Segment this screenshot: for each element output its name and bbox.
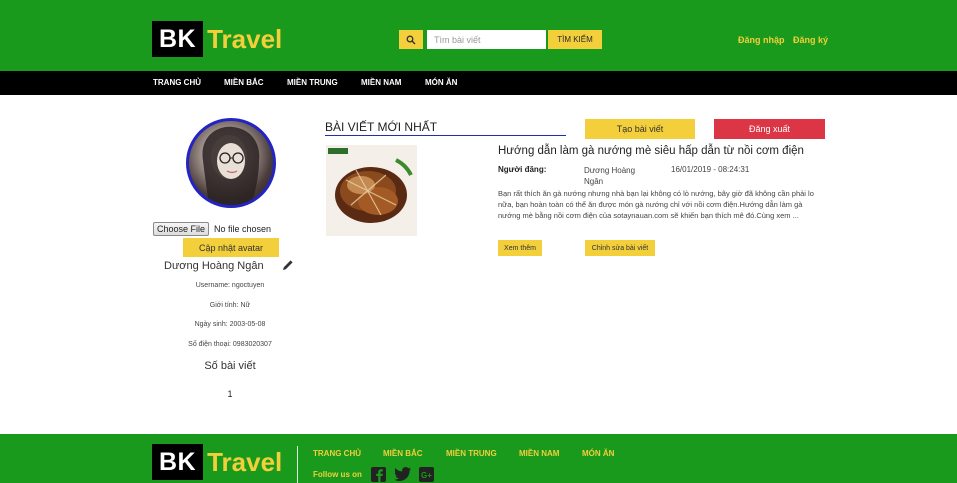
choose-file-button[interactable]: Choose File bbox=[153, 222, 210, 236]
post-count-label: Số bài viết bbox=[204, 360, 256, 372]
edit-post-button[interactable]: Chỉnh sửa bài viết bbox=[585, 240, 655, 256]
footer-nav-north[interactable]: MIỀN BẮC bbox=[383, 449, 423, 458]
profile-fullname: Dương Hoàng Ngân bbox=[164, 260, 264, 272]
register-link[interactable]: Đăng ký bbox=[793, 35, 828, 45]
search-submit-button[interactable]: TÌM KIẾM bbox=[548, 30, 602, 49]
file-status: No file chosen bbox=[214, 224, 272, 234]
footer-logo[interactable]: BK Travel bbox=[152, 444, 282, 480]
profile-username: Username: ngoctuyen bbox=[195, 282, 265, 289]
post-thumbnail[interactable] bbox=[326, 145, 417, 236]
profile-phone: Số điện thoại: 0983020307 bbox=[188, 341, 272, 348]
main-nav: TRANG CHỦ MIỀN BẮC MIỀN TRUNG MIỀN NAM M… bbox=[0, 71, 957, 95]
create-post-button[interactable]: Tạo bài viết bbox=[585, 119, 695, 139]
search-icon-button[interactable] bbox=[399, 30, 423, 49]
section-title: BÀI VIẾT MỚI NHẤT bbox=[325, 120, 438, 134]
nav-item-food[interactable]: MÓN ĂN bbox=[425, 71, 457, 95]
section-divider bbox=[325, 135, 566, 136]
login-link[interactable]: Đăng nhập bbox=[738, 35, 785, 45]
footer-divider bbox=[297, 446, 298, 483]
search-input[interactable] bbox=[427, 30, 546, 49]
logo-travel: Travel bbox=[207, 24, 283, 54]
nav-item-central[interactable]: MIỀN TRUNG bbox=[287, 71, 338, 95]
follow-us-label: Follow us on bbox=[313, 470, 362, 479]
auth-links: Đăng nhập Đăng ký bbox=[738, 35, 828, 45]
logo[interactable]: BK Travel bbox=[152, 21, 282, 57]
post-title[interactable]: Hướng dẫn làm gà nướng mè siêu hấp dẫn t… bbox=[498, 145, 804, 157]
avatar-photo bbox=[202, 126, 260, 205]
profile-gender: Giới tính: Nữ bbox=[209, 302, 251, 309]
post-author: Dương Hoàng Ngân bbox=[584, 166, 636, 186]
file-picker: Choose File No file chosen bbox=[153, 222, 271, 236]
footer-nav-central[interactable]: MIỀN TRUNG bbox=[446, 449, 497, 458]
nav-item-home[interactable]: TRANG CHỦ bbox=[153, 71, 201, 95]
footer-nav-south[interactable]: MIỀN NAM bbox=[519, 449, 559, 458]
avatar bbox=[186, 118, 276, 208]
post-count: 1 bbox=[227, 389, 233, 399]
pencil-icon[interactable] bbox=[282, 259, 294, 271]
nav-item-south[interactable]: MIỀN NAM bbox=[361, 71, 401, 95]
post-excerpt: Bạn rất thích ăn gà nướng nhưng nhà bạn … bbox=[498, 189, 814, 220]
footer bbox=[0, 434, 957, 483]
twitter-icon[interactable] bbox=[395, 466, 411, 482]
search-icon bbox=[406, 35, 416, 44]
google-plus-icon[interactable]: G+ bbox=[418, 466, 434, 482]
logo-bk: BK bbox=[152, 21, 204, 57]
svg-text:G+: G+ bbox=[421, 471, 432, 480]
update-avatar-button[interactable]: Cập nhật avatar bbox=[183, 238, 279, 257]
profile-birthday: Ngày sinh: 2003-05-08 bbox=[194, 321, 266, 328]
footer-nav-food[interactable]: MÓN ĂN bbox=[582, 449, 614, 458]
post-time: 16/01/2019 - 08:24:31 bbox=[671, 165, 750, 174]
footer-nav-home[interactable]: TRANG CHỦ bbox=[313, 449, 361, 458]
nav-item-north[interactable]: MIỀN BẮC bbox=[224, 71, 264, 95]
logout-button[interactable]: Đăng xuất bbox=[714, 119, 825, 139]
facebook-icon[interactable] bbox=[370, 466, 386, 482]
footer-logo-bk: BK bbox=[152, 444, 204, 480]
read-more-button[interactable]: Xem thêm bbox=[498, 240, 542, 256]
footer-logo-travel: Travel bbox=[207, 447, 283, 477]
post-author-label: Người đăng: bbox=[498, 165, 547, 174]
